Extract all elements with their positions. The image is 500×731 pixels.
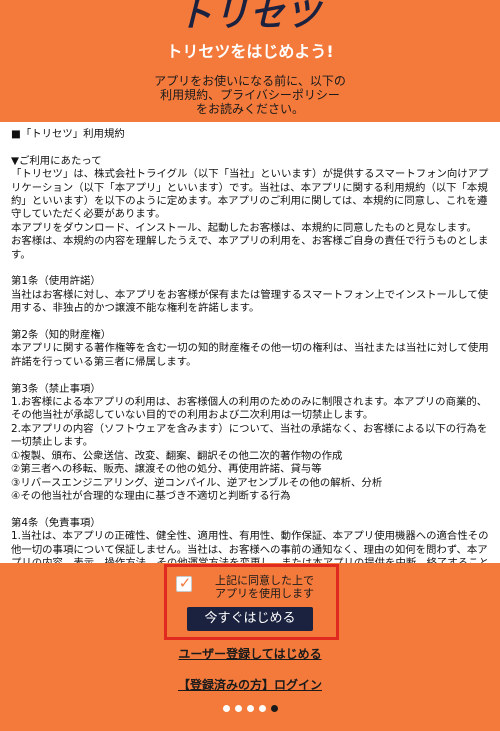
page-dot[interactable] — [258, 705, 266, 712]
terms-paragraph: 第3条（禁止事項） — [11, 382, 101, 395]
intro-text: アプリをお使いになる前に、以下の 利用規約、プライバシーポリシー をお読みくださ… — [0, 74, 500, 116]
terms-spacer — [11, 503, 490, 516]
terms-paragraph: お客様は、本規約の内容を理解したうえで、本アプリの利用を、お客様ご自身の責任で行… — [11, 235, 489, 261]
agree-label-line: アプリを使用します — [215, 586, 314, 600]
terms-scroll-area[interactable]: ■「トリセツ」利用規約 ▼ご利用にあたって 「トリセツ」は、株式会社トライグル（以下… — [0, 122, 500, 563]
terms-paragraph: 第4条（免責事項） — [11, 516, 101, 529]
terms-spacer — [11, 262, 490, 275]
terms-paragraph: 「トリセツ」は、株式会社トライグル（以下「当社」といいます）が提供するスマートフ… — [11, 168, 489, 221]
page-dot[interactable] — [234, 705, 242, 712]
terms-spacer — [11, 316, 490, 329]
page-dot[interactable] — [246, 705, 254, 712]
terms-paragraph: 第2条（知的財産権） — [11, 329, 112, 342]
terms-paragraph: ▼ご利用にあたって — [11, 154, 102, 167]
page-indicator — [0, 705, 500, 715]
terms-paragraph: ■「トリセツ」利用規約 — [11, 128, 125, 140]
terms-paragraph: 本アプリに関する著作権等を含む一切の知的財産権その他一切の権利は、当社または当社… — [11, 342, 489, 368]
page-title: トリセツをはじめよう! — [166, 42, 334, 61]
terms-paragraph: 本アプリをダウンロード、インストール、起動したお客様は、本規約に同意したものと見… — [11, 221, 477, 234]
intro-line: 利用規約、プライバシーポリシー — [160, 88, 340, 102]
start-now-button[interactable]: 今すぐはじめる — [187, 607, 313, 631]
bottom-edge — [0, 722, 500, 731]
terms-paragraph: 2.本アプリの内容（ソフトウェアを含みます）について、当社の承諾なく、お客様によ… — [11, 422, 488, 449]
terms-paragraph: 当社はお客様に対し、本アプリをお客様が保有または管理するスマートフォン上でインス… — [11, 288, 489, 315]
terms-spacer — [11, 141, 490, 154]
page-dot[interactable] — [222, 705, 230, 712]
page-dot[interactable] — [270, 705, 278, 712]
terms-paragraph: 1.当社は、本アプリの正確性、健全性、適用性、有用性、動作保証、本アプリ使用機器… — [11, 530, 489, 563]
terms-paragraph: ③リバースエンジニアリング、逆コンパイル、逆アセンブルその他の解析、分析 — [11, 476, 383, 489]
app-logo: トリセツ — [178, 0, 322, 35]
agree-label-line: 上記に同意した上で — [215, 574, 314, 587]
agree-label[interactable]: 上記に同意した上で アプリを使用します — [197, 574, 332, 600]
terms-spacer — [11, 369, 490, 382]
agree-checkbox[interactable]: ✓ — [176, 574, 192, 592]
terms-paragraph: ④その他当社が合理的な理由に基づき不適切と判断する行為 — [11, 489, 291, 502]
check-icon: ✓ — [178, 574, 192, 592]
register-link[interactable]: ユーザー登録してはじめる — [0, 646, 500, 662]
terms-paragraph: ①複製、頒布、公衆送信、改変、翻案、翻訳その他二次的著作物の作成 — [11, 449, 343, 462]
login-link[interactable]: 【登録済みの方】ログイン — [0, 677, 500, 693]
terms-paragraph: 1.お客様による本アプリの利用は、お客様個人の利用のためのみに制限されます。本ア… — [11, 396, 488, 422]
terms-paragraph: 第1条（使用許諾） — [11, 275, 101, 288]
intro-line: アプリをお使いになる前に、以下の — [154, 74, 346, 88]
intro-line: をお読みください。 — [195, 102, 304, 116]
terms-paragraph: ②第三者への移転、販売、譲渡その他の処分、再使用許諾、貸与等 — [11, 463, 322, 476]
